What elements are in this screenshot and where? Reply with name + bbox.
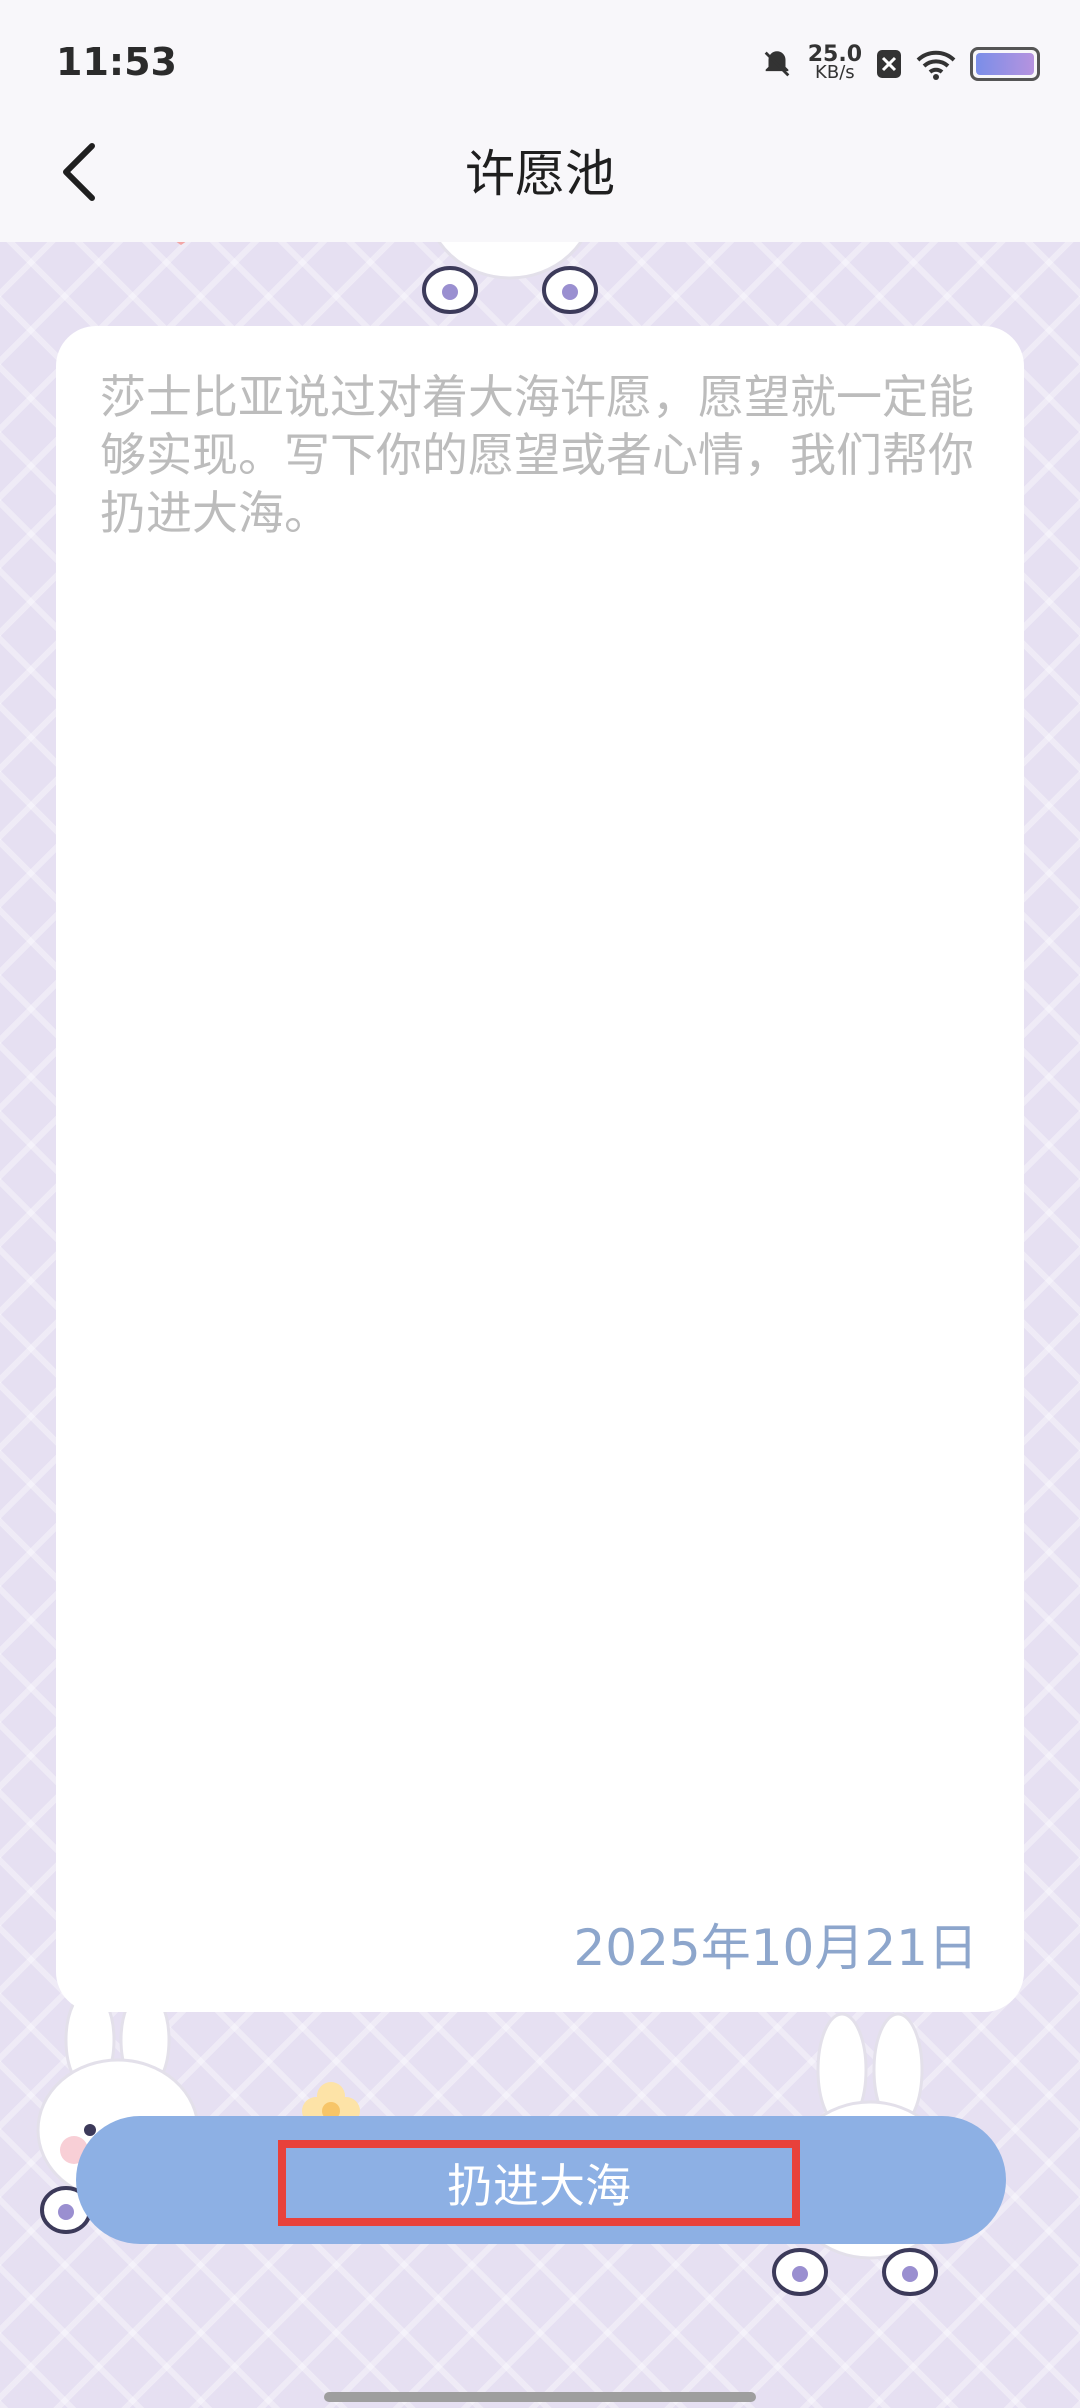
wish-date: 2025年10月21日 [573, 1919, 979, 1977]
sim-x-icon [877, 50, 901, 78]
status-time: 11:53 [56, 40, 177, 84]
home-indicator [324, 2392, 756, 2402]
wish-input-placeholder[interactable]: 莎士比亚说过对着大海许愿，愿望就一定能够实现。写下你的愿望或者心情，我们帮你扔进… [100, 368, 980, 542]
network-speed: 25.0 KB/s [807, 42, 862, 83]
bell-off-icon [764, 51, 790, 77]
wifi-icon [916, 50, 956, 80]
battery-icon [970, 47, 1040, 81]
wish-card[interactable]: 莎士比亚说过对着大海许愿，愿望就一定能够实现。写下你的愿望或者心情，我们帮你扔进… [56, 326, 1024, 2012]
throw-into-sea-label[interactable]: 扔进大海 [278, 2140, 800, 2226]
page-title: 许愿池 [465, 145, 615, 203]
status-icons: 25.0 KB/s [760, 40, 1040, 88]
